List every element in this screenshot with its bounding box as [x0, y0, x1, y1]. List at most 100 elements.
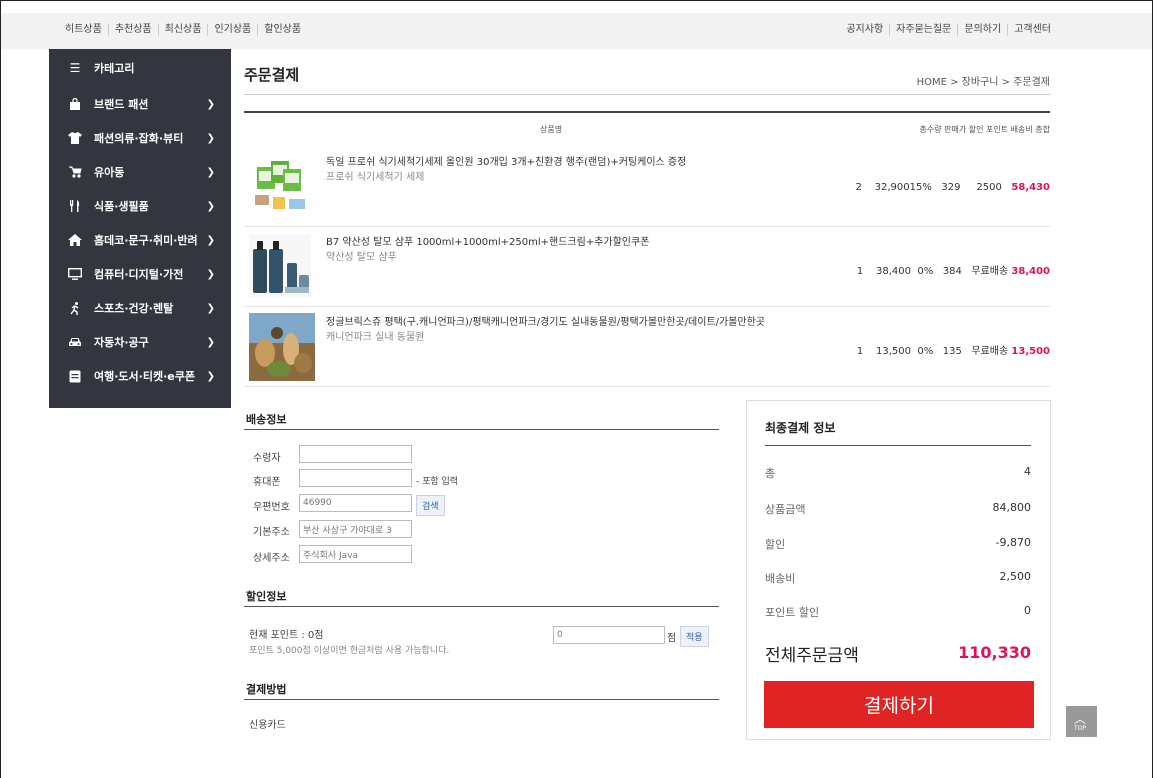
- sidebar-item-car[interactable]: 자동차·공구 ❯: [49, 325, 231, 359]
- zip-input[interactable]: [299, 494, 412, 512]
- final-payment-panel: 최종결제 정보 총 4 상품금액 84,800 할인 -9,870 배송비 2,…: [746, 400, 1051, 740]
- address1-input[interactable]: [299, 520, 412, 538]
- summary-label: 상품금액: [765, 503, 806, 516]
- product-image-zoo[interactable]: [249, 313, 315, 381]
- product-name[interactable]: B7 약산성 탈모 샴푸 1000ml+1000ml+250ml+핸드크림+추가…: [326, 233, 649, 248]
- chevron-right-icon: ❯: [206, 132, 215, 144]
- category-header-label: 카테고리: [94, 62, 135, 75]
- top-bar: 히트상품 추천상품 최신상품 인기상품 할인상품 공지사항 자주묻는질문 문의하…: [1, 13, 1152, 49]
- summary-label: 배송비: [765, 572, 796, 585]
- sidebar-item-label: 컴퓨터·디지털·가전: [94, 268, 184, 281]
- running-icon: [68, 301, 82, 315]
- bag-icon: [68, 97, 82, 111]
- product-points: 329: [941, 182, 961, 193]
- divider: [244, 94, 1050, 95]
- phone-input[interactable]: [299, 469, 412, 487]
- top-nav-right: 공지사항 자주묻는질문 문의하기 고객센터: [840, 24, 1057, 36]
- breadcrumb: HOME > 장바구니 > 주문결제: [916, 77, 1050, 88]
- product-discount: 0%: [917, 266, 934, 277]
- product-qty: 1: [856, 346, 864, 357]
- divider: [244, 699, 719, 700]
- category-header[interactable]: ☰ 카테고리: [49, 49, 231, 87]
- sidebar-item-label: 여행·도서·티켓·e쿠폰: [94, 370, 195, 383]
- product-price: 32,900: [874, 182, 910, 193]
- summary-value: 0: [1024, 604, 1031, 617]
- top-nav-left: 히트상품 추천상품 최신상품 인기상품 할인상품: [59, 24, 307, 36]
- sidebar-item-brand[interactable]: 브랜드 패션 ❯: [49, 87, 231, 121]
- sidebar-item-label: 자동차·공구: [94, 336, 149, 349]
- ticket-icon: [68, 369, 82, 383]
- table-row: B7 약산성 탈모 샴푸 1000ml+1000ml+250ml+핸드크림+추가…: [244, 227, 1050, 307]
- product-price: 38,400: [875, 266, 911, 277]
- address1-label: 기본주소: [253, 527, 290, 538]
- product-qty: 1: [856, 266, 864, 277]
- points-unit: 점: [667, 633, 677, 644]
- summary-value: 4: [1024, 465, 1031, 478]
- summary-title: 최종결제 정보: [765, 421, 836, 435]
- product-total: 13,500: [1011, 346, 1050, 357]
- chevron-right-icon: ❯: [206, 268, 215, 280]
- sidebar-item-label: 유아동: [94, 166, 125, 179]
- divider: [244, 606, 719, 607]
- topnav-recommend[interactable]: 추천상품: [107, 24, 158, 36]
- phone-hint: - 포함 입력: [416, 477, 459, 487]
- payment-section-title: 결제방법: [246, 683, 287, 696]
- sidebar-item-kids[interactable]: 유아동 ❯: [49, 155, 231, 189]
- topnav-inquiry[interactable]: 문의하기: [957, 24, 1007, 36]
- sidebar-item-fashion[interactable]: 패션의류·잡화·뷰티 ❯: [49, 121, 231, 155]
- phone-label: 휴대폰: [253, 477, 281, 488]
- address2-input[interactable]: [299, 545, 412, 563]
- product-name[interactable]: 독일 프로쉬 식기세척기세제 올인원 30개입 3개+친환경 행주(랜덤)+커팅…: [326, 153, 686, 168]
- product-points: 384: [942, 266, 962, 277]
- chevron-right-icon: ❯: [206, 336, 215, 348]
- topnav-cs[interactable]: 고객센터: [1007, 24, 1057, 36]
- category-sidebar: ☰ 카테고리 브랜드 패션 ❯ 패션의류·잡화·뷰티 ❯ 유아동 ❯ 식품·생필…: [49, 49, 231, 408]
- product-shipping: 2500: [976, 182, 1002, 193]
- discount-section-title: 할인정보: [246, 590, 287, 603]
- topnav-hit[interactable]: 히트상품: [59, 24, 108, 36]
- sidebar-item-travel[interactable]: 여행·도서·티켓·e쿠폰 ❯: [49, 359, 231, 393]
- product-points: 135: [942, 346, 962, 357]
- scroll-top-label: TOP: [1074, 725, 1087, 732]
- summary-value: 2,500: [999, 570, 1032, 583]
- sidebar-item-food[interactable]: 식품·생필품 ❯: [49, 189, 231, 223]
- points-input[interactable]: [553, 626, 665, 644]
- chevron-right-icon: ❯: [206, 166, 215, 178]
- summary-value: 84,800: [992, 501, 1032, 514]
- points-apply-button[interactable]: 적용: [680, 626, 709, 647]
- payment-method-label: 신용카드: [249, 720, 286, 731]
- sidebar-item-sports[interactable]: 스포츠·건강·렌탈 ❯: [49, 291, 231, 325]
- topnav-notice[interactable]: 공지사항: [840, 24, 889, 36]
- recipient-label: 수령자: [253, 453, 281, 464]
- zip-label: 우편번호: [253, 502, 290, 513]
- product-image-shampoo[interactable]: [249, 235, 311, 297]
- tshirt-icon: [68, 131, 82, 145]
- summary-total: 전체주문금액 110,330: [765, 641, 1031, 666]
- sidebar-item-computer[interactable]: 컴퓨터·디지털·가전 ❯: [49, 257, 231, 291]
- topnav-new[interactable]: 최신상품: [157, 24, 208, 36]
- product-name[interactable]: 정글브릭스쥬 평택(구.캐니언파크)/평택캐니언파크/경기도 실내동물원/평택가…: [326, 313, 765, 328]
- chevron-right-icon: ❯: [206, 200, 215, 212]
- total-label: 전체주문금액: [765, 646, 859, 666]
- chevron-right-icon: ❯: [206, 98, 215, 110]
- product-image-detergent[interactable]: [249, 155, 311, 217]
- scroll-top-button[interactable]: ︿ TOP: [1066, 706, 1097, 737]
- sidebar-item-home[interactable]: 홈데코·문구·취미·반려 ❯: [49, 223, 231, 257]
- chevron-right-icon: ❯: [206, 302, 215, 314]
- home-icon: [68, 233, 82, 247]
- summary-label: 할인: [765, 538, 786, 551]
- total-value: 110,330: [958, 643, 1031, 662]
- divider: [765, 445, 1031, 446]
- recipient-input[interactable]: [299, 445, 412, 463]
- divider: [244, 111, 1050, 113]
- topnav-popular[interactable]: 인기상품: [207, 24, 257, 36]
- topnav-sale[interactable]: 할인상품: [257, 24, 307, 36]
- topnav-faq[interactable]: 자주묻는질문: [889, 24, 957, 36]
- summary-row-count: 총 4: [765, 465, 1031, 481]
- summary-value: -9,870: [995, 536, 1031, 549]
- chevron-right-icon: ❯: [206, 234, 215, 246]
- points-note: 포인트 5,000점 이상이면 현금처럼 사용 가능합니다.: [249, 646, 450, 656]
- zip-search-button[interactable]: 검색: [416, 495, 445, 516]
- summary-row-shipping: 배송비 2,500: [765, 570, 1031, 586]
- pay-button[interactable]: 결제하기: [764, 681, 1034, 728]
